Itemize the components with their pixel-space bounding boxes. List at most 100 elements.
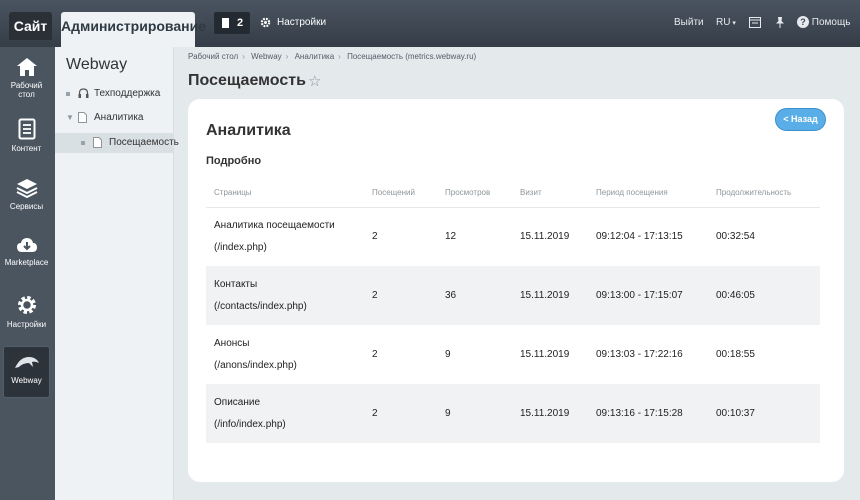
column-header-visits: Посещений — [364, 178, 437, 208]
cell-duration: 00:32:54 — [716, 231, 755, 243]
top-bar: Сайт Администрирование 2 Настройки Выйти… — [0, 0, 860, 47]
menu-title: Webway — [66, 56, 128, 73]
cell-views: 9 — [445, 349, 451, 360]
language-selector[interactable]: RU ▾ — [716, 16, 736, 31]
cell-page: Описание (/info/index.php) — [206, 384, 364, 443]
flag-icon — [222, 18, 229, 28]
breadcrumb: Рабочий стол › Webway › Аналитика › Посещае… — [188, 52, 480, 61]
cell-period: 09:13:16 - 17:15:28 — [588, 384, 708, 443]
page-path: (/contacts/index.php) — [214, 301, 307, 312]
cell-date: 15.11.2019 — [520, 231, 570, 243]
table-header-row: Страницы Посещений Просмотров Визит Пери… — [206, 178, 820, 208]
breadcrumb-item[interactable]: Webway — [251, 52, 282, 61]
layers-icon — [16, 179, 37, 198]
cell-visits: 2 — [372, 231, 378, 243]
caret-down-icon: ▼ — [66, 113, 74, 122]
cloud-download-icon — [16, 238, 37, 252]
table-row: Анонсы (/anons/index.php) 2 9 15.11.2019 … — [206, 325, 820, 384]
rail-item-services[interactable]: Сервисы — [3, 178, 50, 211]
cell-period: 09:13:03 - 17:22:16 — [596, 349, 683, 360]
column-header-period: Период посещения — [588, 178, 708, 208]
bullet — [66, 92, 70, 96]
cell-date: 15.11.2019 — [512, 266, 588, 325]
menu-item-label: Аналитика — [94, 112, 144, 123]
cell-views: 9 — [437, 384, 512, 443]
table-row: Контакты (/contacts/index.php) 2 36 15.11… — [206, 266, 820, 325]
help-label: Помощь — [811, 17, 851, 28]
column-header-duration: Продолжительность — [708, 178, 820, 208]
notifications-button[interactable]: 2 — [214, 12, 250, 34]
page-name: Аналитика посещаемости — [214, 220, 335, 232]
rail-item-label: Marketplace — [4, 258, 49, 267]
rail-item-label: Рабочий стол — [10, 81, 43, 99]
cell-duration: 00:46:05 — [708, 266, 820, 325]
help-link[interactable]: ? Помощь — [797, 16, 850, 30]
gear-icon — [260, 17, 271, 28]
breadcrumb-item[interactable]: Посещаемость (metrics.webway.ru) — [347, 52, 476, 61]
cell-page: Анонсы (/anons/index.php) — [206, 325, 364, 384]
rail-item-desktop[interactable]: Рабочий стол — [3, 57, 50, 99]
cell-visits: 2 — [364, 266, 437, 325]
caret-down-icon: ▾ — [730, 20, 736, 27]
section-title: Аналитика — [206, 122, 291, 139]
cell-views: 36 — [437, 266, 512, 325]
attendance-table: Страницы Посещений Просмотров Визит Пери… — [206, 178, 820, 443]
chevron-right-icon: › — [242, 52, 245, 61]
table-row: Аналитика посещаемости (/index.php) 2 12 … — [206, 207, 820, 266]
rail-item-label: Webway — [11, 376, 42, 385]
page-icon — [78, 112, 87, 123]
subsection-title: Подробно — [206, 155, 262, 167]
main-navigation-rail — [0, 47, 55, 500]
breadcrumb-item[interactable]: Аналитика — [295, 52, 335, 61]
pin-icon[interactable] — [775, 17, 785, 28]
column-header-pages: Страницы — [206, 178, 364, 208]
page-name: Анонсы — [214, 338, 250, 349]
cell-period: 09:12:04 - 17:13:15 — [596, 231, 683, 243]
page-path: (/info/index.php) — [214, 419, 286, 430]
page-title: Посещаемость — [188, 72, 306, 89]
cell-page: Аналитика посещаемости (/index.php) — [206, 207, 364, 266]
back-button[interactable]: < Назад — [775, 108, 826, 131]
column-header-views: Просмотров — [437, 178, 512, 208]
column-header-visit-date: Визит — [512, 178, 588, 208]
page-path: (/index.php) — [214, 242, 267, 254]
rail-item-marketplace[interactable]: Marketplace — [3, 236, 50, 267]
rail-item-label: Сервисы — [9, 202, 44, 211]
house-icon — [16, 58, 37, 76]
settings-label: Настройки — [277, 17, 327, 28]
tab-site[interactable]: Сайт — [9, 12, 52, 40]
menu-item-label: Техподдержка — [94, 88, 161, 99]
chevron-right-icon: › — [285, 52, 289, 61]
breadcrumb-item[interactable]: Рабочий стол — [188, 52, 238, 61]
cell-duration: 00:18:55 — [716, 349, 755, 360]
rail-item-label: Контент — [11, 144, 42, 153]
help-icon: ? — [797, 16, 809, 28]
cell-visits: 2 — [372, 349, 378, 360]
tab-administration[interactable]: Администрирование — [61, 12, 206, 47]
cell-page: Контакты (/contacts/index.php) — [206, 266, 364, 325]
page-icon — [93, 137, 102, 148]
rail-item-webway[interactable]: Webway — [3, 346, 50, 398]
chevron-right-icon: › — [338, 52, 341, 61]
page-name: Контакты — [214, 279, 258, 290]
star-icon[interactable]: ☆ — [308, 74, 321, 90]
cell-date: 15.11.2019 — [512, 384, 588, 443]
logout-link[interactable]: Выйти — [674, 16, 704, 30]
rail-item-settings[interactable]: Настройки — [3, 294, 50, 329]
cell-period: 09:13:00 - 17:15:07 — [588, 266, 708, 325]
page-name: Описание — [214, 397, 261, 408]
window-icon[interactable] — [749, 17, 761, 28]
table-row: Описание (/info/index.php) 2 9 15.11.2019… — [206, 384, 820, 443]
headset-icon — [78, 88, 89, 98]
rail-item-content[interactable]: Контент — [3, 118, 50, 153]
cell-duration: 00:10:37 — [708, 384, 820, 443]
dolphin-icon — [14, 357, 39, 368]
notifications-count: 2 — [237, 17, 244, 29]
document-icon — [18, 118, 35, 140]
language-value: RU — [716, 17, 731, 28]
menu-item-label: Посещаемость — [109, 137, 179, 148]
page-path: (/anons/index.php) — [214, 360, 297, 371]
cell-visits: 2 — [364, 384, 437, 443]
rail-item-label: Настройки — [6, 320, 47, 329]
cell-views: 12 — [445, 231, 457, 243]
